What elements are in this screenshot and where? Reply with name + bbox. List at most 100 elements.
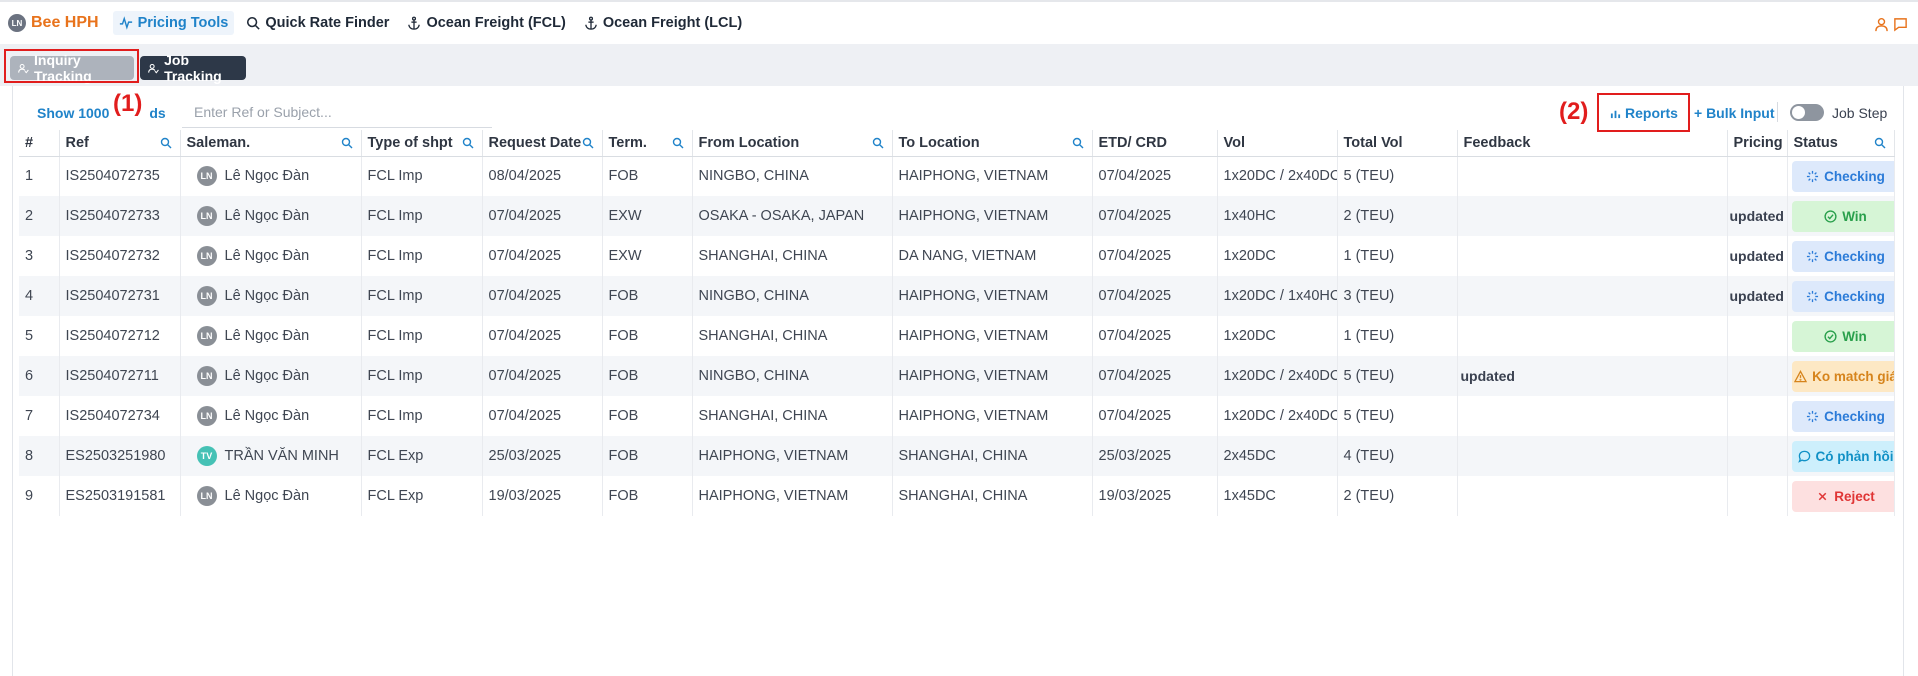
table-row[interactable]: 9 ES2503191581 LN Lê Ngọc Đàn FCL Exp 19/03/2… <box>19 476 1895 516</box>
tab-job-tracking[interactable]: Job Tracking <box>140 52 246 84</box>
column-header[interactable]: Request Date <box>482 130 603 157</box>
column-search-icon[interactable] <box>672 137 684 149</box>
brand[interactable]: LN Bee HPH <box>8 14 99 32</box>
status-badge[interactable]: Checking <box>1791 400 1893 432</box>
status-badge[interactable]: Ko match giá <box>1791 360 1893 392</box>
column-search-icon[interactable] <box>1874 137 1886 149</box>
status-badge[interactable]: Checking <box>1791 160 1893 192</box>
column-header[interactable]: Ref <box>59 130 181 157</box>
status-badge[interactable]: Win <box>1791 320 1893 352</box>
status-cell: Ko match giá <box>1787 356 1895 396</box>
ref-cell[interactable]: IS2504072712 <box>59 316 181 356</box>
job-step-label: Job Step <box>1832 105 1888 121</box>
column-header[interactable]: Term. <box>602 130 693 157</box>
show-records-suffix: ds <box>149 105 166 121</box>
column-header[interactable]: Total Vol <box>1337 130 1458 157</box>
table-row[interactable]: 6 IS2504072711 LN Lê Ngọc Đàn FCL Imp 07/04/2… <box>19 356 1895 396</box>
column-header[interactable]: Pricing <box>1727 130 1788 157</box>
ref-cell[interactable]: ES2503191581 <box>59 476 181 516</box>
status-cell: Checking <box>1787 156 1895 196</box>
total-vol-cell: 2 (TEU) <box>1337 196 1458 236</box>
job-step-toggle[interactable] <box>1790 104 1824 121</box>
table-row[interactable]: 2 IS2504072733 LN Lê Ngọc Đàn FCL Imp 07/04/2… <box>19 196 1895 236</box>
saleman-cell: LN Lê Ngọc Đàn <box>180 196 362 236</box>
check-circle-icon <box>1824 209 1837 223</box>
ref-cell[interactable]: IS2504072711 <box>59 356 181 396</box>
nav-quick-rate-finder[interactable]: Quick Rate Finder <box>240 11 395 35</box>
show-records-label: Show 1000 <box>37 105 110 121</box>
column-header[interactable]: ETD/ CRD <box>1092 130 1218 157</box>
table-row[interactable]: 3 IS2504072732 LN Lê Ngọc Đàn FCL Imp 07/04/2… <box>19 236 1895 276</box>
vol-cell: 1x45DC <box>1217 476 1338 516</box>
avatar: LN <box>196 246 217 266</box>
status-label: Checking <box>1824 248 1885 264</box>
column-header[interactable]: # <box>19 130 60 157</box>
ref-cell[interactable]: IS2504072735 <box>59 156 181 196</box>
column-search-icon[interactable] <box>872 137 884 149</box>
pricing-cell <box>1727 436 1788 476</box>
row-number: 7 <box>19 396 60 436</box>
column-header[interactable]: Type of shpt <box>361 130 483 157</box>
column-header-label: To Location <box>898 134 980 151</box>
bulk-input-button[interactable]: + Bulk Input <box>1694 105 1775 121</box>
ref-cell[interactable]: ES2503251980 <box>59 436 181 476</box>
from-location-cell: SHANGHAI, CHINA <box>692 396 893 436</box>
status-badge[interactable]: Checking <box>1791 240 1893 272</box>
feedback-cell <box>1457 156 1728 196</box>
column-search-icon[interactable] <box>341 137 353 149</box>
from-location-cell: NINGBO, CHINA <box>692 356 893 396</box>
column-search-icon[interactable] <box>1072 137 1084 149</box>
ref-cell[interactable]: IS2504072732 <box>59 236 181 276</box>
status-badge[interactable]: Checking <box>1791 280 1893 312</box>
ref-cell[interactable]: IS2504072733 <box>59 196 181 236</box>
column-header[interactable]: From Location <box>692 130 893 157</box>
search-input[interactable] <box>182 96 492 128</box>
column-header[interactable]: Saleman. <box>180 130 362 157</box>
row-number: 1 <box>19 156 60 196</box>
table-row[interactable]: 4 IS2504072731 LN Lê Ngọc Đàn FCL Imp 07/04/2… <box>19 276 1895 316</box>
from-location-cell: SHANGHAI, CHINA <box>692 236 893 276</box>
column-header[interactable]: To Location <box>892 130 1093 157</box>
column-header[interactable]: Feedback <box>1457 130 1728 157</box>
status-label: Checking <box>1824 168 1885 184</box>
etd-crd-cell: 07/04/2025 <box>1092 316 1218 356</box>
user-icon[interactable] <box>1874 17 1889 32</box>
status-badge[interactable]: Win <box>1791 200 1893 232</box>
loader-icon <box>1807 290 1819 302</box>
nav-pricing-tools[interactable]: Pricing Tools <box>112 11 235 35</box>
status-badge[interactable]: Reject <box>1791 480 1893 512</box>
to-location-cell: HAIPHONG, VIETNAM <box>892 156 1093 196</box>
show-records-button[interactable]: Show 1000 ds <box>37 105 166 121</box>
column-header[interactable]: Vol <box>1217 130 1338 157</box>
column-header-label: ETD/ CRD <box>1098 134 1167 151</box>
column-search-icon[interactable] <box>582 137 594 149</box>
pricing-cell: updated <box>1727 196 1788 236</box>
chat-icon[interactable] <box>1893 17 1908 32</box>
column-search-icon[interactable] <box>462 137 474 149</box>
column-header-label: Feedback <box>1463 134 1531 151</box>
status-label: Có phản hồi <box>1815 448 1894 464</box>
to-location-cell: SHANGHAI, CHINA <box>892 476 1093 516</box>
nav-label: Ocean Freight (LCL) <box>602 15 743 31</box>
column-search-icon[interactable] <box>160 137 172 149</box>
to-location-cell: HAIPHONG, VIETNAM <box>892 396 1093 436</box>
table-row[interactable]: 5 IS2504072712 LN Lê Ngọc Đàn FCL Imp 07/04/2… <box>19 316 1895 356</box>
table-row[interactable]: 7 IS2504072734 LN Lê Ngọc Đàn FCL Imp 07/04/2… <box>19 396 1895 436</box>
saleman-cell: LN Lê Ngọc Đàn <box>180 396 362 436</box>
nav-ocean-freight-fcl[interactable]: Ocean Freight (FCL) <box>401 11 571 35</box>
nav-label: Ocean Freight (FCL) <box>426 15 566 31</box>
to-location-cell: DA NANG, VIETNAM <box>892 236 1093 276</box>
table-row[interactable]: 1 IS2504072735 LN Lê Ngọc Đàn FCL Imp 08/04/2… <box>19 156 1895 196</box>
status-badge[interactable]: Có phản hồi <box>1791 440 1894 472</box>
term-cell: FOB <box>602 316 693 356</box>
ref-cell[interactable]: IS2504072734 <box>59 396 181 436</box>
table-row[interactable]: 8 ES2503251980 TV TRẦN VĂN MINH FCL Exp 25/03… <box>19 436 1895 476</box>
feedback-cell: updated <box>1457 356 1728 396</box>
ref-cell[interactable]: IS2504072731 <box>59 276 181 316</box>
column-header[interactable]: Status <box>1787 130 1895 157</box>
pricing-cell <box>1727 316 1788 356</box>
nav-ocean-freight-lcl[interactable]: Ocean Freight (LCL) <box>578 11 748 35</box>
shipment-type-cell: FCL Imp <box>361 396 483 436</box>
pricing-cell: updated <box>1727 236 1788 276</box>
row-number: 3 <box>19 236 60 276</box>
